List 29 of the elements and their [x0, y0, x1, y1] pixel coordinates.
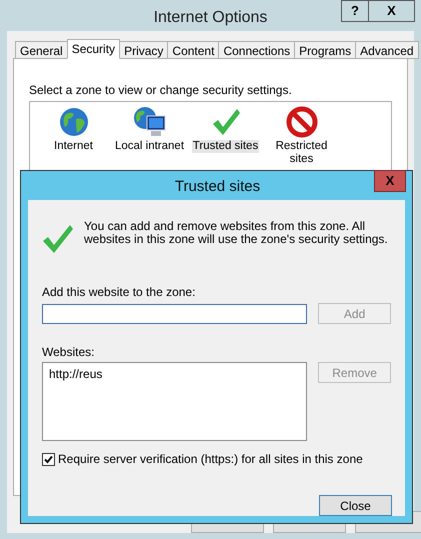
websites-label: Websites:: [42, 344, 96, 361]
tab[interactable]: Advanced: [355, 41, 419, 59]
add-label: Add this website to the zone:: [42, 284, 196, 301]
checkmark-icon: [210, 107, 240, 137]
globe-monitor-icon: [132, 106, 166, 138]
zone-label[interactable]: Local intranet: [114, 140, 186, 153]
zone-description: You can add and remove websites from this zone. All websites in this zone will use the zone's security settings.: [84, 220, 389, 246]
window-x-button[interactable]: X: [369, 0, 415, 22]
dialog-x-button[interactable]: X: [374, 170, 406, 192]
zone-label[interactable]: Restricted sites: [264, 140, 339, 166]
dialog-title: Trusted sites: [174, 177, 262, 197]
tab[interactable]: Privacy: [119, 41, 168, 59]
prohibited-icon: [286, 106, 318, 138]
tab[interactable]: General: [15, 41, 68, 59]
globe-icon: [58, 107, 88, 137]
website-field[interactable]: [42, 304, 308, 324]
tab[interactable]: Security: [66, 39, 120, 59]
check-icon: [44, 454, 53, 464]
checkbox-label: Require server verification (https:) for all sites in this zone: [58, 451, 363, 468]
window-title: Internet Options: [152, 8, 268, 28]
help-button[interactable]: ?: [341, 0, 369, 22]
tab[interactable]: Programs: [294, 41, 356, 59]
zone-label[interactable]: Trusted sites: [192, 140, 260, 153]
website-item[interactable]: http://reus: [49, 365, 300, 383]
checkmark-icon: [42, 224, 74, 254]
zone-label[interactable]: Internet: [53, 140, 94, 153]
close-button[interactable]: Close: [319, 495, 392, 516]
checkbox[interactable]: [42, 452, 55, 466]
zone-prompt: Select a zone to view or change security settings.: [29, 82, 293, 99]
